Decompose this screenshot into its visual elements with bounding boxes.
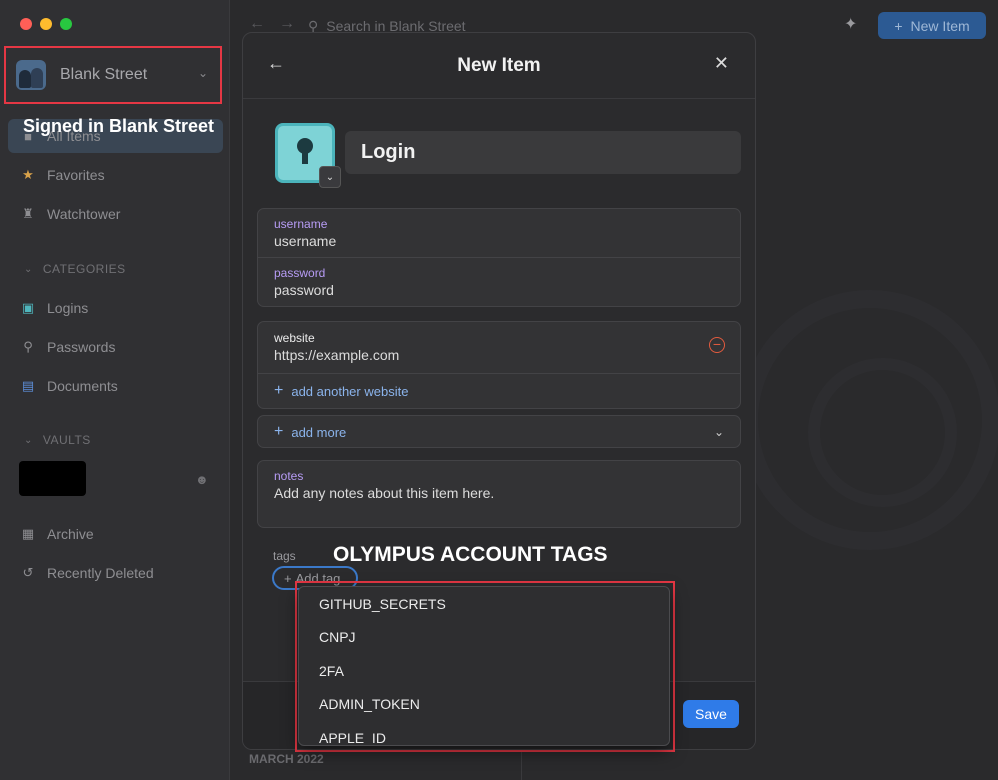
categories-section-header[interactable]: ⌄ CATEGORIES [24,262,126,276]
minimize-window-button[interactable] [40,18,52,30]
tag-option[interactable]: 2FA [299,654,669,688]
sidebar-item-label: Favorites [47,167,105,183]
sidebar-item-archive[interactable]: ▦ Archive [8,517,223,551]
tag-option[interactable]: GITHUB_SECRETS [299,587,669,621]
list-month-label: MARCH 2022 [249,752,324,766]
add-website-row[interactable]: + add another website [258,374,740,408]
chevron-down-icon: ⌄ [197,66,208,80]
plus-icon: + [284,570,292,586]
pin-icon[interactable]: ✦ [844,14,857,34]
credentials-group: username username password password [257,208,741,307]
star-icon: ★ [22,167,34,182]
archive-icon: ▦ [21,526,35,541]
field-label: website [274,331,315,345]
key-icon: ⚲ [23,339,33,354]
remove-circle-icon[interactable]: − [709,337,725,353]
website-group: website https://example.com − + add anot… [257,321,741,409]
new-item-button[interactable]: + New Item [878,12,986,39]
watermark-dial-icon [740,290,998,550]
dialog-title: New Item [457,54,541,76]
tag-suggestions-menu: GITHUB_SECRETS CNPJ 2FA ADMIN_TOKEN APPL… [298,586,670,746]
plus-icon: + [894,17,903,34]
field-label: username [274,217,328,231]
sidebar-item-documents[interactable]: ▤ Documents [8,369,223,403]
close-window-button[interactable] [20,18,32,30]
password-field[interactable]: password password [258,258,740,306]
history-arrows[interactable]: ←→ [249,15,309,33]
tag-option[interactable]: CNPJ [299,621,669,655]
notes-placeholder[interactable]: Add any notes about this item here. [274,485,724,501]
people-icon: ☻ [195,472,209,487]
dialog-header: ← New Item ✕ [243,33,755,99]
item-title-field[interactable]: Login [345,131,741,174]
sidebar-item-label: Recently Deleted [47,565,154,581]
recently-deleted-icon: ↺ [22,565,34,580]
add-more-row[interactable]: + add more ⌄ [258,416,740,448]
login-icon: ▣ [21,300,35,315]
chevron-down-icon: ⌄ [24,434,33,446]
back-arrow-icon[interactable]: ← [267,53,285,74]
sidebar-item-favorites[interactable]: ★ Favorites [8,158,223,192]
document-icon: ▤ [21,378,35,393]
new-item-label: New Item [910,17,970,34]
account-name: Blank Street [60,66,148,83]
website-field[interactable]: website https://example.com − [258,322,740,374]
vault-item-redacted[interactable] [19,461,86,496]
sidebar-item-logins[interactable]: ▣ Logins [8,291,223,325]
chevron-down-icon: ⌄ [24,263,33,275]
notes-field[interactable]: notes Add any notes about this item here… [258,461,740,509]
field-label: password [274,266,326,280]
zoom-window-button[interactable] [60,18,72,30]
add-website-link[interactable]: + add another website [274,382,724,400]
field-value[interactable]: password [274,282,724,298]
add-website-label: add another website [291,383,409,399]
plus-icon: + [274,382,284,399]
watchtower-icon: ♜ [22,206,34,221]
username-field[interactable]: username username [258,209,740,258]
keyhole-icon [293,138,317,168]
account-avatar [16,60,46,90]
sidebar-item-label: Documents [47,378,118,394]
tag-option[interactable]: ADMIN_TOKEN [299,688,669,722]
sidebar-item-label: Archive [47,526,94,542]
plus-icon: + [274,423,284,440]
notes-group[interactable]: notes Add any notes about this item here… [257,460,741,528]
sidebar-item-label: Watchtower [47,206,121,222]
login-category-icon[interactable]: ⌄ [275,123,341,188]
sidebar-item-label: Logins [47,300,89,316]
annotation-tags-heading: OLYMPUS ACCOUNT TAGS [333,543,608,566]
sidebar-item-passwords[interactable]: ⚲ Passwords [8,330,223,364]
account-switcher[interactable]: Blank Street ⌄ [4,46,222,104]
add-more-link[interactable]: + add more [274,423,724,441]
add-more-group[interactable]: + add more ⌄ [257,415,741,448]
field-label: notes [274,469,304,483]
vaults-section-header[interactable]: ⌄ VAULTS [24,433,91,447]
field-value[interactable]: https://example.com [274,347,724,363]
section-label: CATEGORIES [42,262,126,276]
save-button[interactable]: Save [683,700,739,728]
section-label: VAULTS [42,433,91,447]
sidebar-item-label: Passwords [47,339,116,355]
field-value[interactable]: username [274,233,724,249]
annotation-signed-in: Signed in Blank Street [23,116,215,136]
window-controls [20,18,72,30]
add-more-label: add more [291,424,347,440]
sidebar-item-watchtower[interactable]: ♜ Watchtower [8,197,223,231]
chevron-down-icon[interactable]: ⌄ [714,425,724,439]
tags-label: tags [273,549,296,563]
sidebar-item-recently-deleted[interactable]: ↺ Recently Deleted [8,556,223,590]
tag-option[interactable]: APPLE_ID [299,721,669,745]
chevron-down-icon[interactable]: ⌄ [319,166,341,188]
close-icon[interactable]: ✕ [714,53,729,74]
